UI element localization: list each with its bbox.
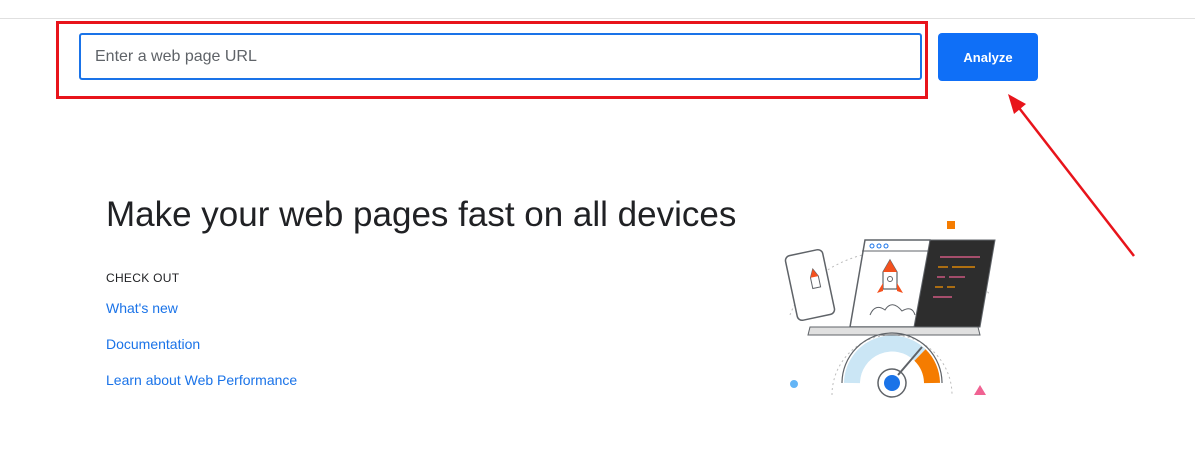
blue-dot-icon bbox=[790, 380, 798, 388]
learn-web-performance-link[interactable]: Learn about Web Performance bbox=[106, 372, 297, 388]
speed-illustration bbox=[784, 221, 996, 398]
documentation-link[interactable]: Documentation bbox=[106, 336, 200, 352]
pink-triangle-icon bbox=[974, 385, 986, 395]
red-arrow-icon bbox=[1008, 94, 1135, 257]
top-divider bbox=[0, 18, 1195, 19]
page-title: Make your web pages fast on all devices bbox=[106, 195, 737, 234]
checkout-label: CHECK OUT bbox=[106, 271, 180, 285]
orange-square-icon bbox=[947, 221, 955, 229]
analyze-button[interactable]: Analyze bbox=[938, 33, 1038, 81]
whats-new-link[interactable]: What's new bbox=[106, 300, 178, 316]
speed-gauge-icon bbox=[841, 332, 943, 398]
url-input[interactable] bbox=[79, 33, 922, 80]
